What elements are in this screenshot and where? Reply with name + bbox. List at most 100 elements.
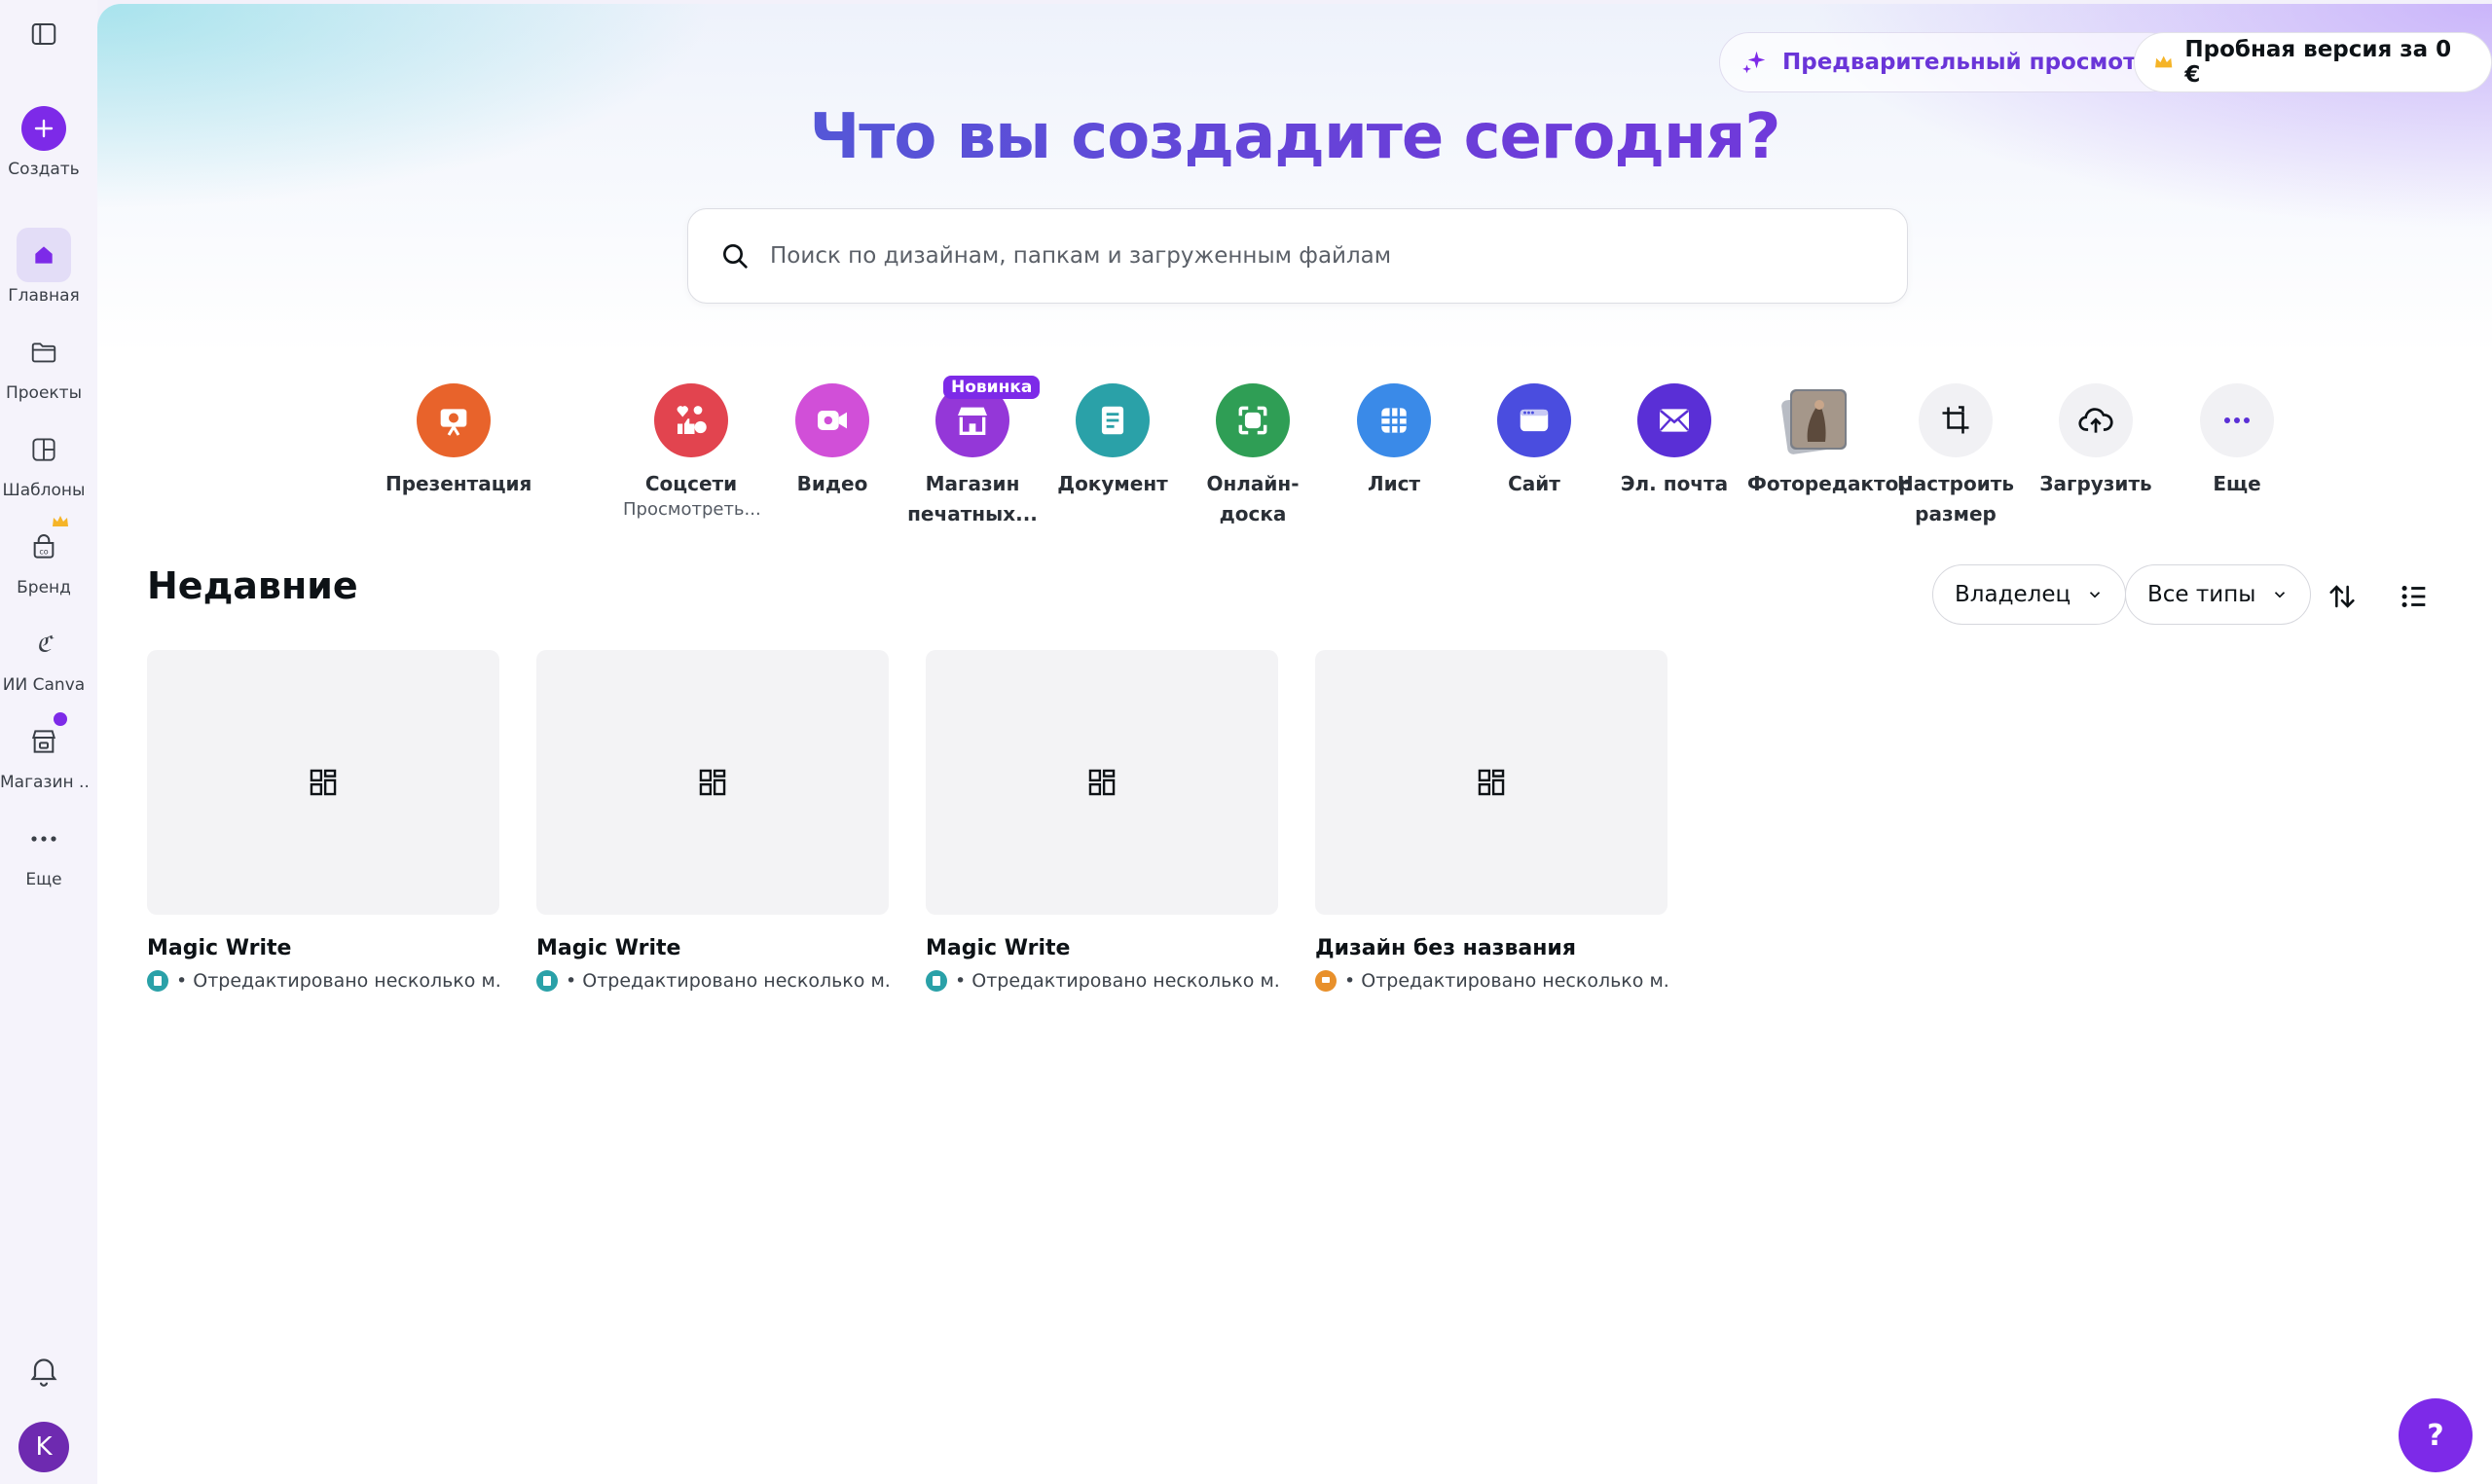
tile-upload[interactable]: Загрузить <box>2028 383 2164 499</box>
list-view-icon[interactable] <box>2395 577 2434 616</box>
recent-design-card[interactable]: Magic Write • Отредактировано несколько … <box>926 650 1278 992</box>
search-input[interactable] <box>770 243 1841 269</box>
left-rail: Создать Главная Проекты Шаблоны co Бренд… <box>0 0 97 1484</box>
tile-label: Фоторедактор <box>1747 472 1913 495</box>
tile-website[interactable]: Сайт <box>1466 383 1602 499</box>
tile-label: Документ <box>1057 472 1168 495</box>
more-dots-icon <box>17 812 71 866</box>
create-button[interactable]: Создать <box>0 101 88 179</box>
owner-filter-label: Владелец <box>1955 582 2071 607</box>
design-thumbnail <box>1315 650 1667 915</box>
tile-label: Сайт <box>1508 472 1560 495</box>
crown-icon <box>52 514 69 532</box>
sidebar-toggle-icon[interactable] <box>27 18 60 51</box>
sidebar-item-shop[interactable]: Магазин ... <box>0 712 88 792</box>
owner-filter-dropdown[interactable]: Владелец <box>1932 564 2127 625</box>
more-dots-icon <box>2200 383 2274 457</box>
notification-dot <box>54 712 67 726</box>
presentation-type-icon <box>1315 970 1337 992</box>
video-icon <box>795 383 869 457</box>
tile-label: Лист <box>1367 472 1421 495</box>
card-title: Magic Write <box>926 936 1071 960</box>
tile-presentation[interactable]: Презентация <box>385 383 532 499</box>
tile-sublabel: Просмотреть... <box>623 499 759 520</box>
sidebar-item-label: ИИ Canva <box>2 675 86 695</box>
chevron-down-icon <box>2275 592 2286 598</box>
recent-design-card[interactable]: Magic Write • Отредактировано несколько … <box>536 650 889 992</box>
tile-email[interactable]: Эл. почта <box>1606 383 1742 499</box>
sort-icon[interactable] <box>2323 577 2362 616</box>
sidebar-item-label: Магазин ... <box>0 773 88 792</box>
card-meta: • Отредактировано несколько м... <box>566 970 889 992</box>
card-meta: • Отредактировано несколько м... <box>176 970 499 992</box>
crown-icon <box>2155 55 2173 68</box>
tile-label: Презентация <box>385 472 532 495</box>
folder-icon <box>17 325 71 380</box>
tile-label: Эл. почта <box>1620 472 1729 495</box>
sidebar-item-home[interactable]: Главная <box>0 228 88 306</box>
recent-design-card[interactable]: Дизайн без названия • Отредактировано не… <box>1315 650 1667 992</box>
card-meta: • Отредактировано несколько м... <box>955 970 1278 992</box>
notifications-bell-icon[interactable] <box>26 1353 61 1388</box>
sheet-icon <box>1357 383 1431 457</box>
whiteboard-icon <box>1216 383 1290 457</box>
sidebar-item-label: Проекты <box>5 383 83 403</box>
tile-more[interactable]: Еще <box>2169 383 2305 499</box>
tile-label: Магазин печатных... <box>907 472 1038 525</box>
preview-label: Предварительный просмотр <box>1782 50 2152 75</box>
tile-document[interactable]: Документ <box>1044 383 1181 499</box>
page-title: Что вы создадите сегодня? <box>97 101 2492 173</box>
tile-print-shop[interactable]: Новинка Магазин печатных... <box>904 376 1041 529</box>
sparkle-icon <box>1742 51 1766 74</box>
sidebar-item-label: Шаблоны <box>2 481 86 500</box>
grid-placeholder-icon <box>699 769 726 796</box>
cloud-upload-icon <box>2059 383 2133 457</box>
svg-text:co: co <box>39 547 48 556</box>
tile-label: Еще <box>2213 472 2261 495</box>
trial-label: Пробная версия за 0 € <box>2184 37 2452 88</box>
tile-label: Загрузить <box>2039 472 2152 495</box>
recents-title: Недавние <box>147 564 358 607</box>
tile-whiteboard[interactable]: Онлайн-доска <box>1185 383 1321 529</box>
recent-design-card[interactable]: Magic Write • Отредактировано несколько … <box>147 650 499 992</box>
tile-resize[interactable]: Настроить размер <box>1887 383 2024 529</box>
tile-photo-editor[interactable]: Фоторедактор <box>1747 383 1913 499</box>
design-thumbnail <box>536 650 889 915</box>
presentation-icon <box>417 383 491 457</box>
tile-label: Онлайн-доска <box>1206 472 1300 525</box>
trial-button[interactable]: Пробная версия за 0 € <box>2134 32 2492 92</box>
sidebar-item-projects[interactable]: Проекты <box>0 325 88 403</box>
card-meta: • Отредактировано несколько м... <box>1344 970 1667 992</box>
canva-ai-icon: ℭ <box>17 617 71 671</box>
search-bar[interactable] <box>687 208 1908 304</box>
type-filter-label: Все типы <box>2147 582 2256 607</box>
preview-button[interactable]: Предварительный просмотр <box>1719 32 2179 92</box>
sidebar-item-templates[interactable]: Шаблоны <box>0 422 88 500</box>
tile-social[interactable]: Соцсети Просмотреть... <box>623 383 759 520</box>
tile-label: Видео <box>796 472 868 495</box>
grid-placeholder-icon <box>1478 769 1505 796</box>
type-filter-dropdown[interactable]: Все типы <box>2125 564 2312 625</box>
brand-icon: co <box>17 516 71 574</box>
sidebar-item-brand[interactable]: co Бренд <box>0 516 88 597</box>
help-button[interactable]: ? <box>2399 1398 2473 1472</box>
tile-video[interactable]: Видео <box>764 383 900 499</box>
sidebar-item-more[interactable]: Еще <box>0 812 88 889</box>
home-icon <box>17 228 71 282</box>
tile-label: Настроить размер <box>1897 472 2014 525</box>
card-title: Magic Write <box>147 936 292 960</box>
sidebar-item-label: Бренд <box>17 578 71 597</box>
create-label: Создать <box>8 160 80 179</box>
email-icon <box>1637 383 1711 457</box>
avatar[interactable]: K <box>18 1422 69 1472</box>
print-shop-icon: Новинка <box>935 376 1041 457</box>
doc-type-icon <box>147 970 168 992</box>
tile-sheet[interactable]: Лист <box>1326 383 1462 499</box>
sidebar-item-canva-ai[interactable]: ℭ ИИ Canva <box>0 617 88 696</box>
doc-type-icon <box>536 970 558 992</box>
svg-text:ℭ: ℭ <box>36 633 55 658</box>
doc-type-icon <box>926 970 947 992</box>
photo-editor-icon <box>1778 383 1852 457</box>
sidebar-item-label: Еще <box>25 870 62 889</box>
tile-label: Соцсети <box>644 472 738 495</box>
